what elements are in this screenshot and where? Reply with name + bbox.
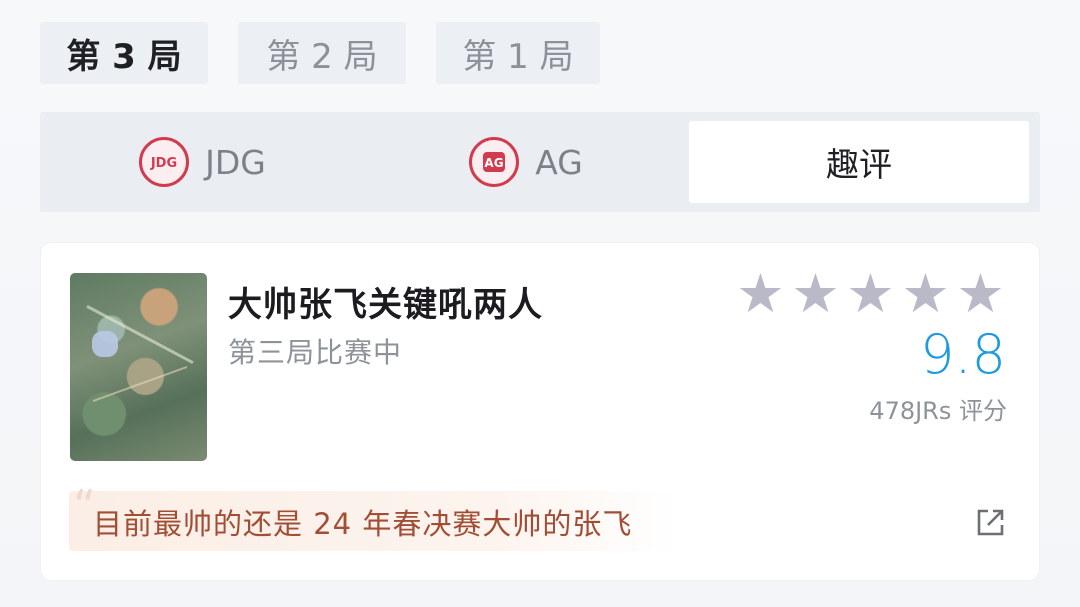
jdg-logo-icon: JDG bbox=[139, 137, 190, 187]
team-jdg-label: JDG bbox=[205, 142, 266, 182]
comment-text: 目前最帅的还是 24 年春决赛大帅的张飞 bbox=[93, 507, 633, 541]
team-tab-bar: JDG JDG AG AG 趣评 bbox=[40, 112, 1040, 212]
svg-text:JDG: JDG bbox=[150, 156, 177, 171]
star-icon[interactable]: ★ bbox=[899, 267, 952, 321]
card-title: 大帅张飞关键吼两人 bbox=[228, 285, 543, 325]
ag-logo-icon: AG bbox=[469, 137, 520, 187]
svg-text:AG: AG bbox=[485, 156, 504, 170]
card-subtitle: 第三局比赛中 bbox=[228, 336, 403, 369]
tab-round-3[interactable]: 第 3 局 bbox=[40, 22, 208, 84]
round-tabs: 第 3 局 第 2 局 第 1 局 bbox=[40, 22, 600, 84]
rating-stars[interactable]: ★ ★ ★ ★ ★ bbox=[734, 267, 1007, 321]
star-icon[interactable]: ★ bbox=[954, 267, 1007, 321]
tab-team-ag[interactable]: AG AG bbox=[365, 121, 687, 203]
tab-fun-review[interactable]: 趣评 bbox=[689, 121, 1029, 203]
tab-team-jdg[interactable]: JDG JDG bbox=[40, 121, 365, 203]
highlight-thumbnail[interactable] bbox=[70, 273, 207, 461]
share-icon[interactable] bbox=[975, 508, 1005, 538]
star-icon[interactable]: ★ bbox=[789, 267, 842, 321]
star-icon[interactable]: ★ bbox=[844, 267, 897, 321]
review-card[interactable]: 大帅张飞关键吼两人 第三局比赛中 ★ ★ ★ ★ ★ 9.8 478JRs 评分… bbox=[41, 243, 1039, 580]
top-comment[interactable]: “ 目前最帅的还是 24 年春决赛大帅的张飞 bbox=[69, 481, 679, 551]
team-ag-label: AG bbox=[535, 142, 583, 182]
rating-count: 478JRs 评分 bbox=[869, 397, 1007, 425]
tab-round-2[interactable]: 第 2 局 bbox=[238, 22, 406, 84]
star-icon[interactable]: ★ bbox=[734, 267, 787, 321]
tab-round-1[interactable]: 第 1 局 bbox=[436, 22, 600, 84]
rating-score: 9.8 bbox=[920, 323, 1006, 386]
